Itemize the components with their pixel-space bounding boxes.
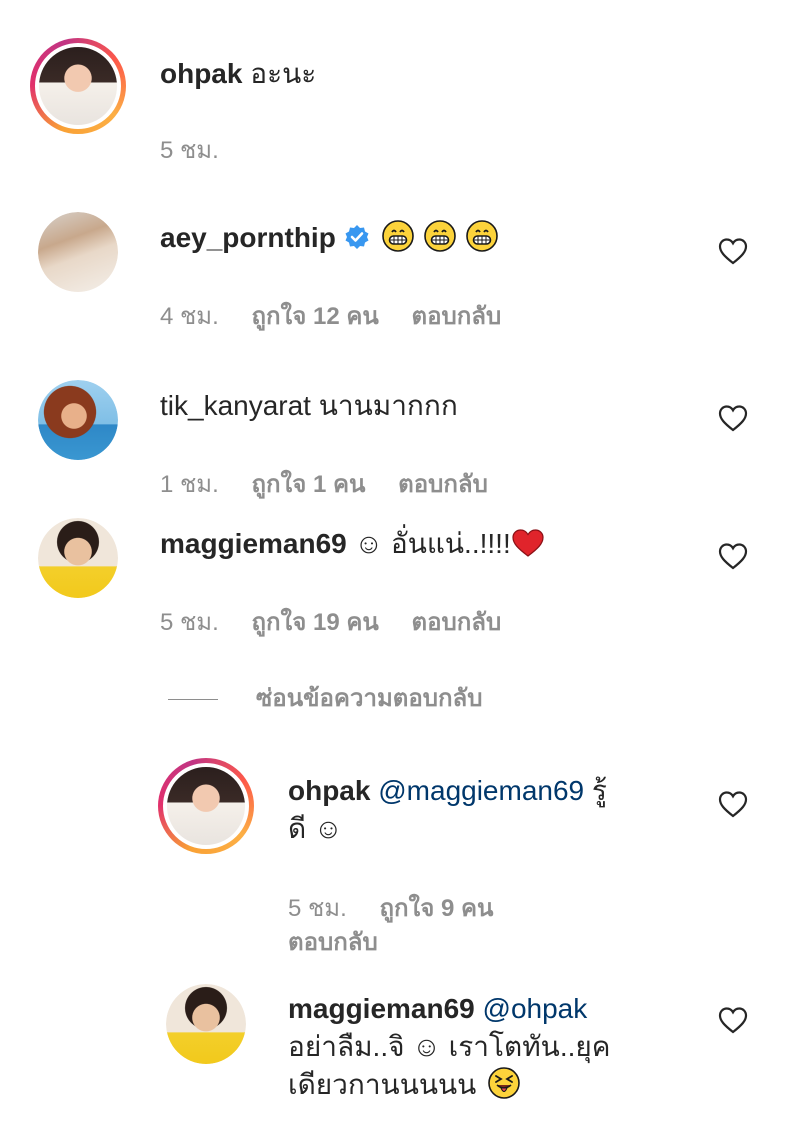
verified-badge-icon (345, 225, 369, 249)
reply-text-suffix: รู้ (591, 775, 607, 806)
comment-meta: 5 ชม. ถูกใจ 9 คน ตอบกลับ (288, 892, 519, 960)
woman-portrait-avatar-icon (35, 43, 121, 129)
grinning-face-emoji-icon (466, 220, 498, 252)
comment-meta: 4 ชม. ถูกใจ 12 คน ตอบกลับ (160, 296, 527, 335)
comment-text: ☺ อั่นแน่..!!!! (354, 528, 511, 559)
reply-button[interactable]: ตอบกลับ (411, 609, 501, 636)
avatar[interactable] (38, 380, 118, 460)
squinting-tongue-emoji-icon (488, 1067, 521, 1099)
mention-link[interactable]: @maggieman69 (378, 775, 584, 806)
reply-button[interactable]: ตอบกลับ (398, 471, 488, 498)
comment-text: อะนะ (250, 58, 317, 89)
username[interactable]: ohpak (160, 58, 242, 89)
likes-count[interactable]: ถูกใจ 1 คน (251, 471, 365, 498)
timestamp[interactable]: 4 ชม. (160, 303, 219, 330)
username[interactable]: maggieman69 (160, 528, 347, 559)
likes-count[interactable]: ถูกใจ 12 คน (251, 303, 378, 330)
hide-replies-button[interactable]: ซ่อนข้อความตอบกลับ (168, 678, 482, 717)
username[interactable]: tik_kanyarat (160, 390, 311, 421)
timestamp[interactable]: 5 ชม. (160, 609, 219, 636)
woman-beach-avatar-icon (38, 380, 118, 460)
username[interactable]: maggieman69 (288, 993, 475, 1024)
comment-meta: 1 ชม. ถูกใจ 1 คน ตอบกลับ (160, 464, 514, 503)
username[interactable]: aey_pornthip (160, 222, 336, 253)
heart-icon[interactable] (718, 237, 748, 265)
hide-replies-label: ซ่อนข้อความตอบกลับ (256, 685, 483, 712)
reply-button[interactable]: ตอบกลับ (288, 929, 378, 956)
avatar[interactable] (158, 758, 254, 854)
reply-text-line3: เดียวกานนนนน (288, 1069, 477, 1100)
woman-portrait-avatar-icon (163, 763, 249, 849)
avatar[interactable] (30, 38, 126, 134)
comment-meta: 5 ชม. (160, 130, 245, 169)
comment-meta: 5 ชม. ถูกใจ 19 คน ตอบกลับ (160, 602, 527, 641)
divider (168, 699, 218, 701)
timestamp[interactable]: 1 ชม. (160, 471, 219, 498)
mention-link[interactable]: @ohpak (483, 993, 588, 1024)
red-heart-emoji-icon (512, 529, 544, 557)
timestamp[interactable]: 5 ชม. (288, 895, 347, 922)
comment-text: นานมากกก (318, 390, 458, 421)
man-yellow-shirt-avatar-icon (38, 518, 118, 598)
heart-icon[interactable] (718, 542, 748, 570)
reply-text: ดี ☺ (288, 813, 343, 844)
username[interactable]: ohpak (288, 775, 370, 806)
grinning-face-emoji-icon (382, 220, 414, 252)
likes-count[interactable]: ถูกใจ 9 คน (379, 895, 493, 922)
avatar[interactable] (166, 984, 246, 1064)
man-yellow-shirt-avatar-icon (166, 984, 246, 1064)
woman-portrait-avatar-icon (38, 212, 118, 292)
timestamp[interactable]: 5 ชม. (160, 137, 219, 164)
grinning-face-emoji-icon (424, 220, 456, 252)
heart-icon[interactable] (718, 790, 748, 818)
heart-icon[interactable] (718, 1006, 748, 1034)
avatar[interactable] (38, 518, 118, 598)
avatar[interactable] (38, 212, 118, 292)
reply-text: อย่าลืม..จิ ☺ เราโตทัน..ยุค (288, 1031, 611, 1062)
heart-icon[interactable] (718, 404, 748, 432)
likes-count[interactable]: ถูกใจ 19 คน (251, 609, 378, 636)
reply-button[interactable]: ตอบกลับ (411, 303, 501, 330)
